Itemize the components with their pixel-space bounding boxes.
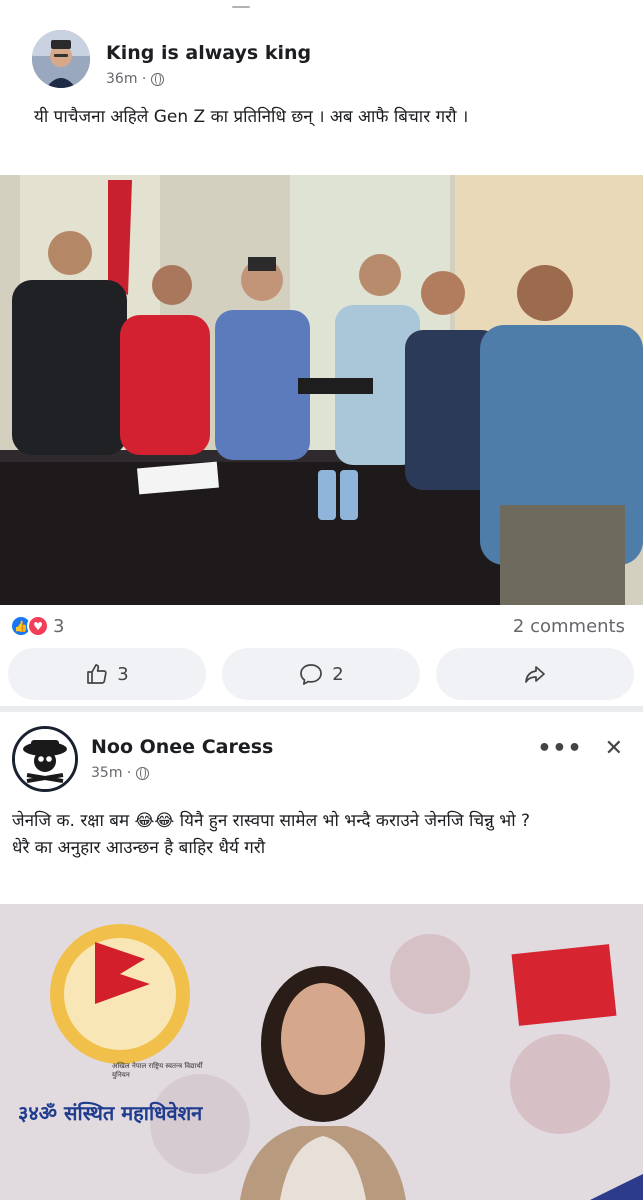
reaction-count: 3 <box>53 615 65 637</box>
drag-handle[interactable] <box>232 6 250 8</box>
comments-link[interactable]: 2 comments <box>513 616 625 637</box>
comment-button[interactable]: 2 <box>222 648 420 700</box>
like-count: 3 <box>117 663 129 685</box>
post-text-line: धेरै का अनुहार आउन्छन है बाहिर धैर्य गरौ <box>12 838 266 858</box>
comment-icon <box>300 664 323 685</box>
author-name[interactable]: King is always king <box>106 42 311 64</box>
author-avatar[interactable] <box>12 726 78 792</box>
globe-icon <box>136 766 150 780</box>
post-photo[interactable] <box>0 175 643 605</box>
post-text: यी पाचैजना अहिले Gen Z का प्रतिनिधि छन् … <box>34 107 469 127</box>
post-meta: 36m · <box>106 71 165 87</box>
share-button[interactable] <box>436 648 634 700</box>
like-button[interactable]: 3 <box>8 648 206 700</box>
post-photo[interactable]: ३४ॐ संस्थित महाधिवेशन अखिल नेपाल राष्ट्र… <box>0 904 643 1200</box>
post-card: Noo Onee Caress 35m · ••• ✕ जेनजि क. रक्… <box>0 712 643 1200</box>
post-time[interactable]: 35m · <box>91 765 131 781</box>
post-meta: 35m · <box>91 765 150 781</box>
comment-count: 2 <box>332 663 344 685</box>
author-name[interactable]: Noo Onee Caress <box>91 736 273 758</box>
post-text: जेनजि क. रक्षा बम 😂😂 यिनै हुन रास्वपा सा… <box>12 808 632 862</box>
post-time[interactable]: 36m · <box>106 71 146 87</box>
author-avatar[interactable] <box>32 30 90 88</box>
banner-title: ३४ॐ संस्थित महाधिवेशन <box>18 1101 203 1125</box>
more-options-icon[interactable]: ••• <box>537 736 582 761</box>
post-text-line: जेनजि क. रक्षा बम 😂😂 यिनै हुन रास्वपा सा… <box>12 811 531 831</box>
post-header-actions: ••• ✕ <box>537 736 623 761</box>
love-reaction-icon: ♥ <box>27 615 49 637</box>
reaction-summary[interactable]: 👍 ♥ 3 <box>10 615 64 637</box>
post-card: King is always king 36m · यी पाचैजना अहि… <box>0 0 643 706</box>
thumbs-up-icon <box>87 664 107 684</box>
close-icon[interactable]: ✕ <box>605 736 623 761</box>
share-icon <box>525 666 545 683</box>
globe-icon <box>151 72 165 86</box>
banner-subtitle: अखिल नेपाल राष्ट्रिय स्वतन्त्र विद्यार्थ… <box>112 1062 203 1079</box>
